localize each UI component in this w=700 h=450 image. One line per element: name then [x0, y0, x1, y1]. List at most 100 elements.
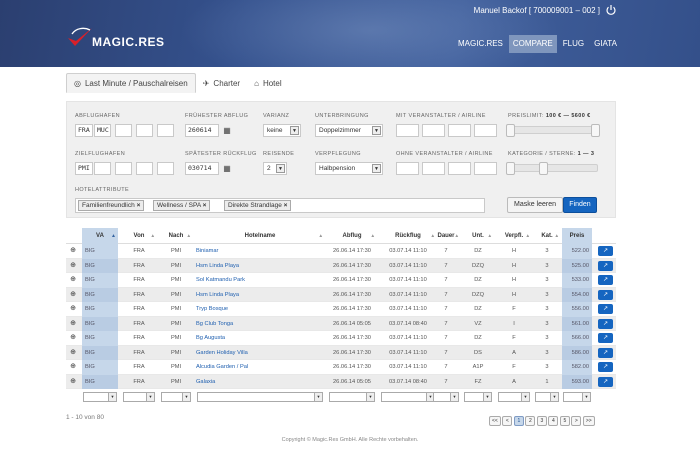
- page-button[interactable]: 4: [548, 416, 559, 426]
- user-info[interactable]: Manuel Backof [ 700009001 – 002 ]: [440, 6, 600, 15]
- unterbringung-select[interactable]: Doppelzimmer ▼: [315, 124, 383, 137]
- open-offer-button[interactable]: ↗: [598, 260, 613, 271]
- calendar-icon[interactable]: ▦: [221, 162, 233, 175]
- fruehester-abflug-input[interactable]: 260614: [185, 124, 219, 137]
- page-button[interactable]: <<: [489, 416, 501, 426]
- filter-select-preis[interactable]: ▼: [563, 392, 591, 402]
- abflughafen-box[interactable]: MUC: [94, 124, 111, 137]
- filter-select-va[interactable]: ▼: [83, 392, 117, 402]
- open-offer-button[interactable]: ↗: [598, 333, 613, 343]
- abflughafen-box[interactable]: [115, 124, 132, 137]
- nav-item-magic-res[interactable]: MAGIC.RES: [454, 35, 507, 53]
- hotel-link[interactable]: Garden Holiday Villa: [196, 346, 324, 361]
- tab-last-minute[interactable]: ◎ Last Minute / Pauschalreisen: [66, 73, 196, 93]
- varianz-select[interactable]: keine ▼: [263, 124, 301, 137]
- slider-handle-low[interactable]: [506, 162, 515, 175]
- expand-icon[interactable]: ⊕: [66, 288, 80, 303]
- table-row[interactable]: ⊕ BIG FRA PMI Biniamar 26.06.14 17:30 03.07.14…: [66, 244, 616, 259]
- kategorie-slider[interactable]: [506, 162, 598, 175]
- ohne-veranstalter-box[interactable]: [474, 162, 497, 175]
- attribute-tag[interactable]: Familienfreundlich ×: [78, 200, 145, 211]
- table-row[interactable]: ⊕ BIG FRA PMI Hsm Linda Playa 26.06.14 17:30 0…: [66, 258, 616, 274]
- hotel-link[interactable]: Bg Club Tonga: [196, 317, 324, 332]
- open-offer-button[interactable]: ↗: [598, 275, 613, 285]
- filter-select-dauer[interactable]: ▼: [433, 392, 459, 402]
- slider-handle-high[interactable]: [539, 162, 548, 175]
- nav-item-compare[interactable]: COMPARE: [508, 35, 557, 53]
- page-button[interactable]: 3: [536, 416, 547, 426]
- preislimit-slider[interactable]: [506, 124, 600, 137]
- expand-icon[interactable]: ⊕: [66, 273, 80, 288]
- tab-hotel[interactable]: ⌂ Hotel: [247, 73, 289, 93]
- filter-select-rueck[interactable]: ▼: [381, 392, 435, 402]
- table-row[interactable]: ⊕ BIG FRA PMI Galaxia 26.06.14 05:05 03.07.14 …: [66, 374, 616, 390]
- tab-charter[interactable]: ✈ Charter: [196, 73, 247, 93]
- page-button[interactable]: <: [502, 416, 513, 426]
- page-button[interactable]: >: [571, 416, 582, 426]
- page-button[interactable]: 1: [513, 416, 524, 426]
- calendar-icon[interactable]: ▦: [221, 124, 233, 137]
- column-header[interactable]: Dauer ▴: [432, 228, 460, 244]
- attribute-tag[interactable]: Wellness / SPA ×: [153, 200, 211, 211]
- zielflughafen-box[interactable]: [94, 162, 111, 175]
- abflughafen-box[interactable]: [157, 124, 174, 137]
- open-offer-button[interactable]: ↗: [598, 289, 613, 300]
- filter-select-kat[interactable]: ▼: [535, 392, 559, 402]
- mit-veranstalter-box[interactable]: [422, 124, 445, 137]
- open-offer-button[interactable]: ↗: [598, 376, 613, 387]
- column-header[interactable]: VA ▲: [82, 228, 118, 244]
- zielflughafen-box[interactable]: [157, 162, 174, 175]
- table-row[interactable]: ⊕ BIG FRA PMI Bg Augusta 26.06.14 17:30 03.07.…: [66, 331, 616, 346]
- open-offer-button[interactable]: ↗: [598, 304, 613, 314]
- hotel-link[interactable]: Alcudia Garden / Pal: [196, 360, 324, 375]
- filter-select-verp[interactable]: ▼: [498, 392, 530, 402]
- spaetester-rueckflug-input[interactable]: 030714: [185, 162, 219, 175]
- column-header[interactable]: Hotelname ▴: [196, 228, 324, 244]
- filter-select-von[interactable]: ▼: [123, 392, 155, 402]
- table-row[interactable]: ⊕ BIG FRA PMI Tryp Bosque 26.06.14 17:30 03.07…: [66, 302, 616, 317]
- hotel-link[interactable]: Bg Augusta: [196, 331, 324, 346]
- page-button[interactable]: 2: [525, 416, 536, 426]
- zielflughafen-box[interactable]: [115, 162, 132, 175]
- expand-icon[interactable]: ⊕: [66, 244, 80, 259]
- page-button[interactable]: 5: [559, 416, 570, 426]
- mit-veranstalter-box[interactable]: [474, 124, 497, 137]
- mit-veranstalter-box[interactable]: [396, 124, 419, 137]
- zielflughafen-box[interactable]: [136, 162, 153, 175]
- slider-handle-high[interactable]: [591, 124, 600, 137]
- find-button[interactable]: Finden: [563, 197, 597, 213]
- mit-veranstalter-box[interactable]: [448, 124, 471, 137]
- attribute-tag[interactable]: Direkte Strandlage ×: [224, 200, 292, 211]
- expand-icon[interactable]: ⊕: [66, 317, 80, 332]
- open-offer-button[interactable]: ↗: [598, 347, 613, 358]
- power-icon[interactable]: [605, 4, 617, 16]
- column-header[interactable]: Nach ▴: [160, 228, 192, 244]
- abflughafen-box[interactable]: [136, 124, 153, 137]
- expand-icon[interactable]: ⊕: [66, 346, 80, 361]
- abflughafen-box[interactable]: FRA: [75, 124, 93, 137]
- ohne-veranstalter-box[interactable]: [396, 162, 419, 175]
- filter-select-abf[interactable]: ▼: [329, 392, 375, 402]
- ohne-veranstalter-box[interactable]: [448, 162, 471, 175]
- expand-icon[interactable]: ⊕: [66, 302, 80, 317]
- hotel-link[interactable]: Hsm Linda Playa: [196, 288, 324, 303]
- open-offer-button[interactable]: ↗: [598, 318, 613, 329]
- table-row[interactable]: ⊕ BIG FRA PMI Garden Holiday Villa 26.06.14 1…: [66, 345, 616, 361]
- page-button[interactable]: >>: [582, 416, 595, 426]
- filter-select-unt[interactable]: ▼: [464, 392, 492, 402]
- column-header[interactable]: Kat. ▴: [534, 228, 560, 244]
- nav-item-flug[interactable]: FLUG: [559, 35, 588, 53]
- expand-icon[interactable]: ⊕: [66, 375, 80, 390]
- open-offer-button[interactable]: ↗: [598, 362, 613, 372]
- hotel-link[interactable]: Biniamar: [196, 244, 324, 259]
- slider-handle-low[interactable]: [506, 124, 515, 137]
- hotel-link[interactable]: Hsm Linda Playa: [196, 259, 324, 274]
- verpflegung-select[interactable]: Halbpension ▼: [315, 162, 383, 175]
- nav-item-giata[interactable]: GIATA: [590, 35, 621, 53]
- column-header[interactable]: Verpfl. ▴: [497, 228, 531, 244]
- expand-icon[interactable]: ⊕: [66, 259, 80, 274]
- open-offer-button[interactable]: ↗: [598, 246, 613, 256]
- column-header[interactable]: Abflug ▴: [328, 228, 376, 244]
- column-header[interactable]: Von ▴: [122, 228, 156, 244]
- expand-icon[interactable]: ⊕: [66, 360, 80, 375]
